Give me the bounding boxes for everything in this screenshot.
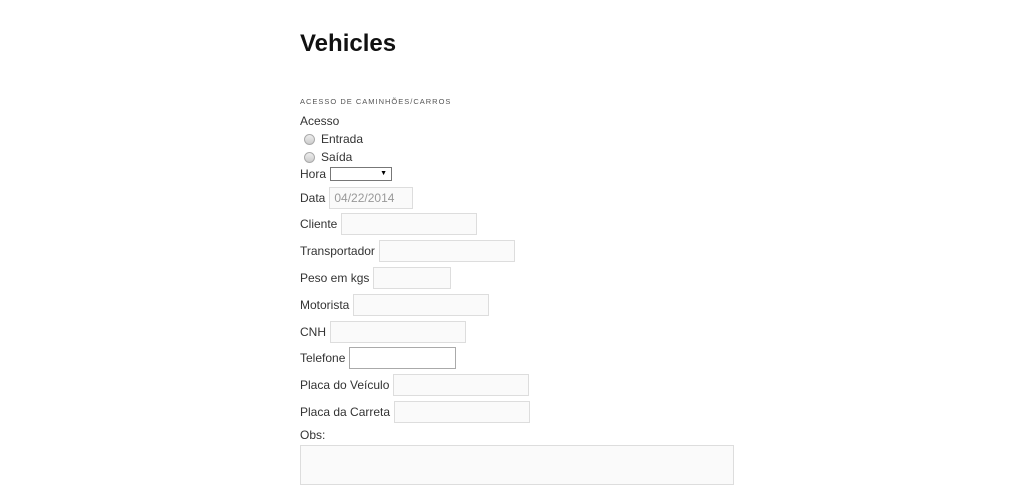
- cnh-label: CNH: [300, 325, 326, 339]
- transportador-label: Transportador: [300, 244, 375, 258]
- chevron-down-icon: ▼: [380, 170, 388, 177]
- cnh-input[interactable]: [330, 321, 466, 343]
- placa-veiculo-label: Placa do Veículo: [300, 378, 390, 392]
- transportador-input[interactable]: [378, 240, 515, 262]
- motorista-input[interactable]: [353, 294, 490, 316]
- data-label: Data: [300, 191, 326, 205]
- radio-icon[interactable]: [304, 151, 315, 163]
- radio-icon[interactable]: [304, 133, 315, 145]
- cliente-input[interactable]: [341, 213, 478, 235]
- data-input[interactable]: [329, 187, 414, 209]
- acesso-label: Acesso: [300, 114, 340, 128]
- peso-label: Peso em kgs: [300, 271, 370, 285]
- section-title: ACESSO DE CAMINHÕES/CARROS: [300, 97, 452, 106]
- telefone-input[interactable]: [349, 347, 457, 369]
- page-title: Vehicles: [300, 30, 397, 57]
- radio-label: Entrada: [321, 132, 364, 146]
- placa-veiculo-input[interactable]: [393, 374, 530, 396]
- hora-select[interactable]: ▼: [330, 167, 393, 181]
- obs-textarea[interactable]: [300, 445, 734, 485]
- telefone-label: Telefone: [300, 351, 346, 365]
- motorista-label: Motorista: [300, 298, 350, 312]
- radio-entrada[interactable]: Entrada: [304, 132, 363, 146]
- peso-input[interactable]: [373, 267, 452, 289]
- cliente-label: Cliente: [300, 217, 338, 231]
- placa-carreta-input[interactable]: [394, 401, 531, 423]
- obs-label: Obs:: [300, 428, 326, 442]
- placa-carreta-label: Placa da Carreta: [300, 405, 391, 419]
- hora-label: Hora: [300, 167, 327, 181]
